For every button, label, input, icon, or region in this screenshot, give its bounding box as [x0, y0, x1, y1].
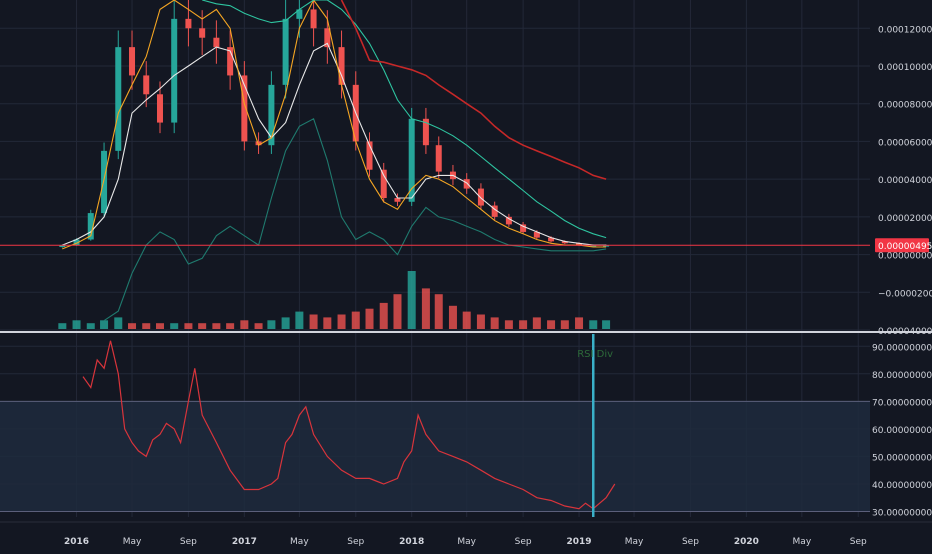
time-axis-label: Sep	[347, 537, 364, 547]
time-axis-label: May	[625, 537, 644, 547]
time-axis-label: 2017	[232, 537, 257, 547]
volume-bar	[72, 320, 81, 329]
volume-bar	[267, 320, 276, 329]
time-axis-label: Sep	[682, 537, 699, 547]
candle-body	[143, 75, 150, 95]
time-axis-label: 2018	[399, 537, 424, 547]
price-axis-label: 0.00004000	[878, 176, 932, 186]
candle-body	[505, 216, 512, 225]
candle-body	[213, 37, 220, 48]
price-axis-label: 0.00010000	[878, 63, 932, 73]
candle-body	[310, 9, 317, 29]
volume-bar	[100, 320, 109, 329]
price-axis-label: 0.00008000	[878, 101, 932, 111]
volume-bar	[448, 305, 457, 329]
volume-bar	[323, 317, 332, 329]
volume-bar	[114, 317, 123, 329]
candle-body	[435, 145, 442, 172]
volume-bar	[309, 314, 318, 329]
last-price-tag-label: 0.00000495	[878, 242, 932, 252]
price-axis: 0.00012000 0.00010000 0.00008000 0.00006000…	[878, 25, 932, 337]
volume-bar	[184, 323, 193, 329]
volume-bar	[589, 320, 598, 329]
volume-bar	[365, 308, 374, 329]
chart-canvas[interactable]: RSI Div0.000120000.000100000.000080000.0…	[0, 0, 932, 550]
time-axis-label: Sep	[850, 537, 867, 547]
volume-bar	[476, 314, 485, 329]
rsi-axis-label: 30.00000000	[872, 508, 932, 518]
time-axis: 2016 May Sep 2017 May Sep 2018 May Sep 2019 May Sep…	[64, 537, 867, 547]
price-axis-label: 0.00012000	[878, 25, 932, 35]
rsi-band	[0, 401, 870, 512]
volume-bar	[226, 323, 235, 329]
volume-bar	[462, 311, 471, 329]
volume-bar	[128, 323, 137, 329]
volume-bar	[504, 320, 513, 329]
candle-body	[338, 47, 345, 85]
volume-bar	[407, 271, 416, 329]
last-price-tag: 0.00000495	[875, 238, 932, 253]
candle-body	[463, 179, 470, 189]
volume-bar	[393, 294, 402, 329]
volume-bar	[490, 317, 499, 329]
volume-bar	[295, 311, 304, 329]
candle-body	[394, 198, 401, 202]
time-axis-label: 2019	[567, 537, 592, 547]
candle-body	[129, 47, 136, 76]
candle-body	[156, 94, 163, 123]
rsi-axis-label: 60.00000000	[872, 426, 932, 436]
volume-bar	[142, 323, 151, 329]
candle-body	[282, 18, 289, 85]
volume-bar	[86, 323, 95, 329]
volume-bar	[212, 323, 221, 329]
candle-body	[101, 150, 108, 214]
price-axis-label: 0.00006000	[878, 138, 932, 148]
price-axis-label: −0.00002000	[878, 289, 932, 299]
time-axis-label: 2016	[64, 537, 89, 547]
volume-bar	[421, 288, 430, 329]
volume-bar	[281, 317, 290, 329]
rsi-axis-label: 80.00000000	[872, 371, 932, 381]
time-axis-label: May	[457, 537, 476, 547]
time-axis-label: May	[290, 537, 309, 547]
volume-bar	[198, 323, 207, 329]
candle-body	[380, 169, 387, 198]
time-axis-label: Sep	[180, 537, 197, 547]
volume-bar	[547, 320, 556, 329]
volume-bar	[254, 323, 263, 329]
candle-body	[185, 18, 192, 29]
volume-bar	[575, 317, 584, 329]
volume-bar	[58, 323, 67, 329]
time-axis-label: May	[123, 537, 142, 547]
volume-bar	[155, 323, 164, 329]
crypto-chart[interactable]: RSI Div 0.00012000 0.00010000 0.00008000 0.0…	[0, 0, 932, 550]
rsi-axis-label: 40.00000000	[872, 481, 932, 491]
rsi-axis-label: 50.00000000	[872, 453, 932, 463]
time-axis-label: Sep	[515, 537, 532, 547]
candle-body	[171, 18, 178, 123]
time-axis-label: May	[793, 537, 812, 547]
candle-body	[199, 28, 206, 38]
volume-bar	[560, 320, 569, 329]
price-axis-label: 0.00004000	[878, 327, 932, 337]
price-axis-label: 0.00002000	[878, 214, 932, 224]
volume-bar	[170, 323, 179, 329]
volume-bar	[602, 320, 611, 329]
volume-bar	[240, 320, 249, 329]
candle-body	[477, 188, 484, 206]
volume-bar	[532, 317, 541, 329]
rsi-marker-label: RSI Div	[577, 349, 613, 360]
volume-bar	[337, 314, 346, 329]
volume-bar	[519, 320, 528, 329]
rsi-axis-label: 90.00000000	[872, 343, 932, 353]
price-axis-label: 0.00000000	[878, 252, 932, 262]
time-axis-label: 2020	[734, 537, 759, 547]
rsi-axis-label: 70.00000000	[872, 398, 932, 408]
volume-bar	[351, 311, 360, 329]
volume-bar	[379, 302, 388, 329]
candle-body	[115, 47, 122, 151]
volume-bar	[434, 294, 443, 329]
